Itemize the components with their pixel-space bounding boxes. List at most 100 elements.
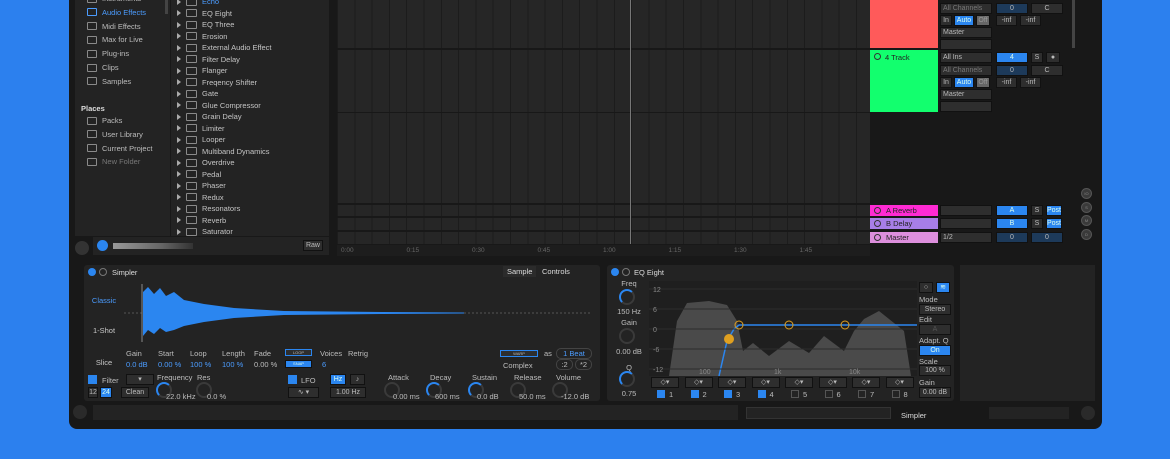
master-output-dropdown[interactable]: 1/2 — [940, 232, 992, 243]
output-channel[interactable] — [940, 39, 992, 50]
track-lane-4[interactable] — [337, 50, 870, 112]
scrollbar[interactable] — [165, 0, 168, 14]
view-toggle-m[interactable]: M — [1081, 215, 1092, 226]
param-value[interactable]: 100 % — [190, 360, 211, 369]
lfo-wave-dropdown[interactable]: ∿ ▾ — [288, 387, 319, 398]
track-activator[interactable]: B — [996, 218, 1028, 229]
post-button[interactable]: Post — [1046, 218, 1062, 229]
browser-item[interactable]: Resonators — [177, 203, 240, 215]
track-header[interactable] — [870, 0, 938, 48]
band-toggle[interactable] — [757, 390, 766, 398]
headphones-button[interactable]: ○ — [919, 282, 933, 293]
expand-arrow-icon[interactable] — [177, 56, 181, 63]
pan-field[interactable]: C — [1031, 65, 1063, 76]
fold-icon[interactable] — [874, 53, 881, 60]
band-filter-type-dropdown[interactable]: ◇▾ — [885, 377, 914, 388]
expand-arrow-icon[interactable] — [177, 113, 181, 120]
snap-button[interactable]: SNAP — [285, 360, 312, 368]
param-value[interactable]: 0.00 % — [158, 360, 181, 369]
expand-arrow-icon[interactable] — [177, 136, 181, 143]
master-lane[interactable] — [337, 232, 870, 244]
gain-knob[interactable] — [619, 328, 635, 344]
expand-arrow-icon[interactable] — [177, 182, 181, 189]
device-on-toggle[interactable] — [88, 268, 96, 276]
return-track-header[interactable]: A Reverb — [870, 205, 938, 216]
output-dropdown[interactable]: Master — [940, 27, 992, 38]
pan-field[interactable]: C — [1031, 3, 1063, 14]
return-track-header[interactable]: B Delay — [870, 218, 938, 229]
place-user-library[interactable]: User Library — [87, 129, 143, 140]
beat-selector[interactable]: 1 Beat — [556, 348, 592, 359]
band-filter-type-dropdown[interactable]: ◇▾ — [684, 377, 713, 388]
track-lane-3[interactable] — [337, 0, 870, 48]
expand-arrow-icon[interactable] — [177, 171, 181, 178]
input-type-dropdown[interactable]: All Ins — [940, 52, 992, 63]
param-value[interactable]: 100 % — [222, 360, 243, 369]
band-toggle[interactable] — [690, 390, 699, 398]
track-activator[interactable]: 4 — [996, 52, 1028, 63]
view-toggle-s[interactable]: S — [1081, 201, 1092, 213]
browser-item[interactable]: Flanger — [177, 65, 227, 77]
mode-slice[interactable]: Slice — [91, 358, 117, 367]
expand-arrow-icon[interactable] — [177, 205, 181, 212]
expand-arrow-icon[interactable] — [177, 10, 181, 17]
band-filter-type-dropdown[interactable]: ◇▾ — [818, 377, 847, 388]
browser-item[interactable]: Phaser — [177, 180, 226, 192]
browser-item[interactable]: Reverb — [177, 215, 226, 227]
track-scrollbar[interactable] — [1072, 0, 1075, 48]
place-packs[interactable]: Packs — [87, 115, 122, 126]
band-toggle[interactable] — [824, 390, 833, 398]
hz-button[interactable]: Hz — [330, 374, 346, 385]
expand-arrow-icon[interactable] — [177, 90, 181, 97]
lfo-toggle[interactable] — [288, 375, 297, 384]
track-header[interactable]: 4 Track — [870, 50, 938, 112]
solo-button[interactable]: S — [1031, 52, 1043, 63]
note-sync-button[interactable]: ♪ — [350, 374, 365, 385]
expand-arrow-icon[interactable] — [177, 21, 181, 28]
track-activator[interactable]: A — [996, 205, 1028, 216]
warp-button[interactable]: WARP — [500, 350, 538, 357]
param-value[interactable]: 0.0 dB — [126, 360, 148, 369]
browser-item[interactable]: Glue Compressor — [177, 100, 261, 112]
peak-meter[interactable]: -inf — [996, 15, 1017, 26]
expand-arrow-icon[interactable] — [177, 67, 181, 74]
output-dropdown[interactable]: Master — [940, 89, 992, 100]
browser-item[interactable]: Pedal — [177, 169, 221, 181]
browser-item[interactable]: EQ Eight — [177, 8, 232, 20]
fold-icon[interactable] — [874, 234, 881, 241]
solo-button[interactable]: S — [1031, 218, 1043, 229]
eq-display[interactable]: 12 6 0 -6 -12 100 1k 10k — [649, 281, 917, 376]
volume-field[interactable]: 0 — [996, 3, 1028, 14]
filter-toggle[interactable] — [88, 375, 97, 384]
monitor-auto[interactable]: Auto — [954, 77, 974, 88]
mode-classic[interactable]: Classic — [91, 296, 117, 305]
place-new-folder[interactable]: New Folder — [87, 156, 140, 167]
expand-arrow-icon[interactable] — [177, 228, 181, 235]
time-ruler[interactable]: 0:00 0:15 0:30 0:45 1:00 1:15 1:30 1:45 — [337, 245, 870, 256]
loop-button[interactable]: LOOP — [285, 349, 312, 356]
browser-item[interactable]: Gate — [177, 88, 218, 100]
band-toggle[interactable] — [724, 390, 732, 398]
output-gain-value[interactable]: 0.00 dB — [919, 387, 951, 398]
expand-arrow-icon[interactable] — [177, 79, 181, 86]
browser-item[interactable]: Grain Delay — [177, 111, 242, 123]
category-midi-effects[interactable]: Midi Effects — [87, 21, 141, 32]
expand-arrow-icon[interactable] — [177, 125, 181, 132]
lfo-rate[interactable]: 1.00 Hz — [330, 387, 366, 398]
peak-meter[interactable]: -inf — [996, 77, 1017, 88]
adapt-q-toggle[interactable]: On — [919, 345, 951, 356]
return-lane-b[interactable] — [337, 218, 870, 230]
slope-24[interactable]: 24 — [100, 387, 112, 398]
category-clips[interactable]: Clips — [87, 62, 119, 73]
band-toggle[interactable] — [891, 390, 900, 398]
pan-field[interactable]: 0 — [1031, 232, 1063, 243]
category-plug-ins[interactable]: Plug-ins — [87, 48, 129, 59]
browser-item[interactable]: Multiband Dynamics — [177, 146, 270, 158]
category-samples[interactable]: Samples — [87, 76, 131, 87]
q-knob[interactable] — [619, 371, 635, 387]
browser-item[interactable]: Erosion — [177, 31, 227, 43]
expand-icon[interactable] — [1081, 406, 1095, 420]
band-toggle[interactable] — [791, 390, 799, 398]
view-toggle-io[interactable]: IO — [1081, 188, 1092, 199]
play-icon[interactable] — [622, 268, 630, 276]
